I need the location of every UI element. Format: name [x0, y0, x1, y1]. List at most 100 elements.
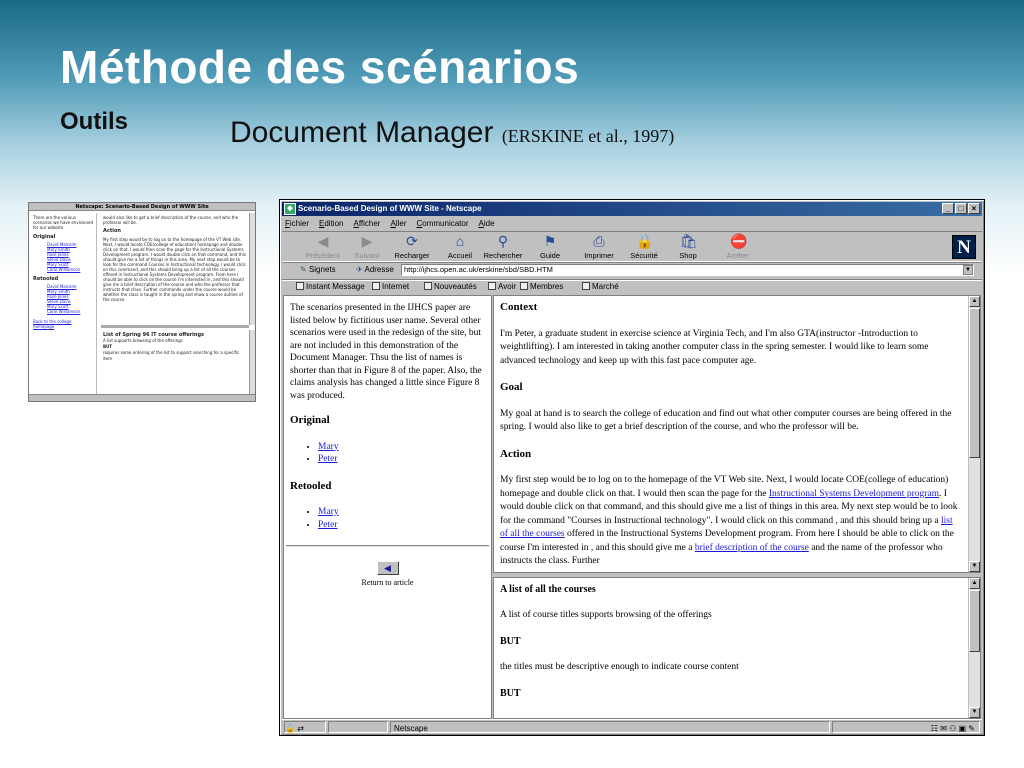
claims-heading: A list of all the courses [500, 584, 596, 595]
original-thumb-item: Carol Williamson [47, 267, 81, 272]
context-heading: Context [500, 301, 538, 313]
personal-membres-button[interactable]: Membres [520, 280, 563, 293]
toolbar-shop-button[interactable]: 🛍 Shop [665, 233, 711, 261]
claims-scroll-down-arrow-icon[interactable]: ▼ [969, 707, 980, 718]
toolbar-suivant-button[interactable]: ▶ Suivant [344, 233, 390, 261]
action-text: My first step would be to log on to the … [500, 474, 962, 569]
security-lock-icon: 🔓 [285, 724, 295, 733]
menu-edition[interactable]: Edition [319, 217, 343, 230]
scroll-up-arrow-icon[interactable]: ▲ [969, 296, 980, 307]
personal-avoir-button[interactable]: Avoir [488, 280, 516, 293]
original-link-mary[interactable]: Mary [318, 442, 339, 452]
list-item: Peter [318, 519, 485, 532]
shop-icon: 🛍 [680, 233, 698, 249]
online-icon: ⇄ [297, 724, 304, 733]
location-icon: ✈ [356, 265, 363, 274]
connection-status-icon[interactable]: 🔓 ⇄ [284, 721, 326, 733]
printer-icon: ⎙ [593, 233, 605, 249]
left-intro-text: The scenarios presented in the IJHCS pap… [290, 303, 482, 401]
menu-communicator[interactable]: Communicator [416, 217, 468, 230]
close-button[interactable]: × [968, 203, 980, 214]
maximize-button[interactable]: □ [955, 203, 967, 214]
toolbar-accueil-button[interactable]: ⌂ Accueil [437, 233, 483, 261]
return-to-article-label[interactable]: Return to article [290, 577, 485, 590]
home-icon: ⌂ [455, 233, 465, 249]
bookmark-page-icon [424, 282, 432, 290]
scroll-thumb[interactable] [969, 308, 980, 458]
scroll-down-arrow-icon[interactable]: ▼ [969, 561, 980, 572]
menu-fichier[interactable]: Fichier [285, 217, 309, 230]
personal-internet-button[interactable]: Internet [372, 280, 409, 293]
original-list: Mary Peter [318, 441, 485, 466]
left-frame: The scenarios presented in the IJHCS pap… [283, 295, 492, 719]
claims-line1: A list of course titles supports browsin… [500, 609, 712, 620]
personal-toolbar: Instant Message Internet Nouveautés Avoir Me… [282, 279, 982, 293]
component-icons[interactable]: ☷ ✉ ⚇ ▣ ✎ [931, 724, 975, 733]
bookmarks-button[interactable]: ✎ Signets [300, 263, 336, 277]
thumbnail-left-intro: There are the various scenarios we have … [33, 215, 94, 230]
lock-icon: 🔒 [636, 233, 654, 249]
claims-content: A list of all the courses A list of cour… [494, 578, 968, 718]
goal-heading: Goal [500, 381, 523, 393]
personal-label: Avoir [498, 282, 517, 291]
personal-label: Marché [592, 282, 619, 291]
bookmarks-icon: ✎ [300, 265, 307, 274]
bookmark-page-icon [582, 282, 590, 290]
menu-afficher[interactable]: Afficher [353, 217, 380, 230]
personal-instant-message-button[interactable]: Instant Message [296, 280, 365, 293]
toolbar-label: Imprimer [584, 251, 614, 260]
toolbar-rechercher-button[interactable]: ⚲ Rechercher [480, 233, 526, 261]
retooled-link-mary[interactable]: Mary [318, 507, 339, 517]
window-controls: _ □ × [942, 203, 980, 214]
component-bar[interactable]: ☷ ✉ ⚇ ▣ ✎ [832, 721, 980, 733]
toolbar-precedent-button[interactable]: ◀ Précédent [300, 233, 346, 261]
claims-scroll-up-arrow-icon[interactable]: ▲ [969, 578, 980, 589]
toolbar-securite-button[interactable]: 🔒 Sécurité [621, 233, 667, 261]
url-input[interactable]: http://ijhcs.open.ac.uk/erskine/sbd/SBD.… [401, 264, 974, 276]
scenario-scrollbar[interactable]: ▲ ▼ [968, 296, 980, 572]
claims-scrollbar[interactable]: ▲ ▼ [968, 578, 980, 718]
claims-scroll-thumb[interactable] [969, 590, 980, 652]
toolbar-arreter-button[interactable]: ⛔ Arrêter [715, 233, 761, 261]
stop-icon: ⛔ [730, 233, 748, 249]
claims-but-1: BUT [500, 636, 521, 647]
thumbnail-status-bar [29, 394, 255, 401]
thumbnail-screenshot: Netscape: Scenario-Based Design of WWW S… [28, 202, 256, 402]
link-brief-description[interactable]: brief description of the course [695, 543, 809, 553]
document-manager-heading: Document Manager (ERSKINE et al., 1997) [230, 116, 674, 150]
personal-nouveaut-s-button[interactable]: Nouveautés [424, 280, 477, 293]
netscape-app-icon[interactable]: ◆ [284, 203, 296, 215]
window-title-bar[interactable]: ◆ Scenario-Based Design of WWW Site - Ne… [282, 202, 982, 216]
goal-text: My goal at hand is to search the college… [500, 408, 952, 433]
personal-label: Internet [382, 282, 410, 291]
original-link-peter[interactable]: Peter [318, 454, 338, 464]
toolbar-label: Suivant [354, 251, 380, 260]
personal-label: Membres [530, 282, 564, 291]
netscape-logo[interactable]: N [952, 235, 976, 259]
toolbar-guide-button[interactable]: ⚑ Guide [527, 233, 573, 261]
thumbnail-retooled-heading: Retooled [33, 276, 59, 282]
personal-march--button[interactable]: Marché [582, 280, 619, 293]
left-divider [286, 545, 489, 547]
url-dropdown-icon[interactable]: ▼ [963, 265, 973, 275]
menu-aller[interactable]: Aller [390, 217, 406, 230]
toolbar-recharger-button[interactable]: ⟳ Recharger [389, 233, 435, 261]
thumbnail-back-link: Back to the college homepage [33, 319, 72, 329]
context-text: I'm Peter, a graduate student in exercis… [500, 328, 929, 366]
citation: (ERSKINE et al., 1997) [501, 126, 675, 146]
thumbnail-title-bar: Netscape: Scenario-Based Design of WWW S… [29, 203, 255, 211]
thumbnail-action-text: My first step would be to log on to the … [103, 237, 246, 302]
thumbnail-right-intro: would also like to get a brief descripti… [103, 215, 239, 225]
claims-but-2: BUT [500, 688, 521, 699]
toolbar-imprimer-button[interactable]: ⎙ Imprimer [576, 233, 622, 261]
retooled-link-peter[interactable]: Peter [318, 520, 338, 530]
toolbar-label: Recharger [394, 251, 430, 260]
thumbnail-left-frame: There are the various scenarios we have … [31, 213, 97, 395]
menu-aide[interactable]: Aide [479, 217, 495, 230]
back-arrow-icon[interactable]: ◀ [376, 561, 399, 575]
retooled-heading: Retooled [290, 479, 332, 492]
navigation-toolbar: N ◀ Précédent ▶ Suivant ⟳ Recharger ⌂ Accueil ⚲ R… [282, 231, 982, 262]
minimize-button[interactable]: _ [942, 203, 954, 214]
window-title: Scenario-Based Design of WWW Site - Nets… [298, 204, 482, 213]
link-instructional-systems[interactable]: Instructional Systems Development progra… [769, 489, 939, 499]
